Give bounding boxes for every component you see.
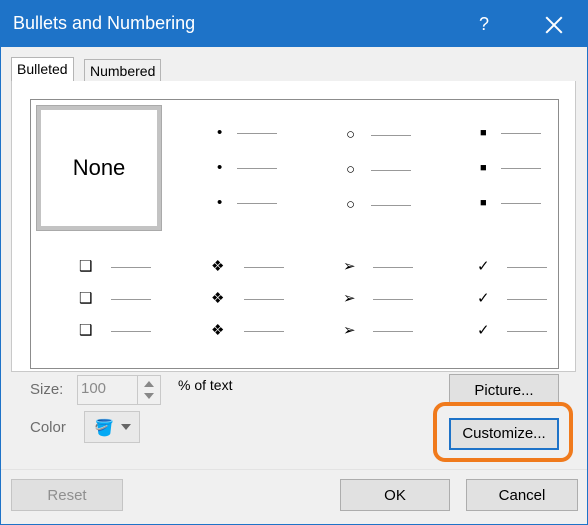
bullet-line [237,168,277,169]
bullet-line [373,331,413,332]
bullet-line [373,267,413,268]
dialog-title: Bullets and Numbering [13,13,196,33]
bullet-line [111,267,151,268]
bullet-glyph: • [217,124,223,141]
bullet-option-dot[interactable]: • • • [211,121,341,231]
chevron-down-icon [121,424,131,430]
bullet-line [244,331,284,332]
bullet-glyph: ■ [480,127,487,139]
bullet-glyph: ❑ [79,322,93,339]
tab-bulleted[interactable]: Bulleted [11,57,74,83]
reset-button[interactable]: Reset [11,479,123,511]
bullet-line [111,331,151,332]
bullet-glyph: ■ [480,162,487,174]
help-button[interactable]: ? [461,1,507,47]
bullet-line [507,331,547,332]
bullet-glyph: ○ [346,161,356,178]
bullet-glyph: ❑ [79,290,93,307]
spin-up-icon[interactable] [144,381,154,387]
bullet-line [507,267,547,268]
footer-separator [1,469,587,470]
title-bar: Bullets and Numbering ? [1,1,587,47]
bullet-glyph: ➢ [343,258,356,275]
bullet-glyph: ❖ [211,322,225,339]
bullets-and-numbering-dialog: Bullets and Numbering ? Bulleted Numbere… [0,0,588,525]
highlight-annotation [433,402,573,462]
bullet-line [371,205,411,206]
bullet-line [501,133,541,134]
bullet-option-square[interactable]: ■ ■ ■ [476,121,588,231]
bullet-option-arrow[interactable]: ➢ ➢ ➢ [343,255,473,365]
bullet-glyph: ✓ [477,258,490,275]
bullet-line [373,299,413,300]
bullet-line [244,267,284,268]
bullet-option-circle[interactable]: ○ ○ ○ [343,121,473,231]
bullet-glyph: ➢ [343,322,356,339]
bullet-glyph: ✓ [477,322,490,339]
percent-of-text-label: % of text [178,377,233,393]
bullet-glyph: ■ [480,197,487,209]
size-value[interactable]: 100 [81,380,106,397]
bullet-glyph: • [217,159,223,176]
bullet-glyph: ❑ [79,258,93,275]
bullet-line [237,133,277,134]
spinner-buttons [137,376,160,404]
bullet-option-diamond[interactable]: ❖ ❖ ❖ [211,255,341,365]
paint-bucket-icon: 🪣 [94,420,114,437]
bullet-line [371,135,411,136]
spin-down-icon[interactable] [144,393,154,399]
size-spinner[interactable]: 100 [77,375,161,405]
ok-button[interactable]: OK [340,479,450,511]
bullet-glyph: ○ [346,126,356,143]
close-icon[interactable] [531,1,577,47]
bullet-line [244,299,284,300]
color-label: Color [30,419,66,436]
bullet-line [501,168,541,169]
bullet-glyph: ○ [346,196,356,213]
bullet-line [501,203,541,204]
bullet-option-hollow-square[interactable]: ❑ ❑ ❑ [79,255,209,365]
bullet-option-check[interactable]: ✓ ✓ ✓ [477,255,588,365]
size-label: Size: [30,381,64,398]
bullet-line [371,170,411,171]
bullet-glyph: ❖ [211,258,225,275]
bullet-line [237,203,277,204]
bullet-option-none[interactable]: None [36,105,162,231]
bullet-glyph: ➢ [343,290,356,307]
bullet-glyph: • [217,194,223,211]
tab-numbered[interactable]: Numbered [84,59,162,83]
cancel-button[interactable]: Cancel [466,479,578,511]
bullet-line [111,299,151,300]
color-picker-button[interactable]: 🪣 [84,411,140,443]
bullet-glyph: ❖ [211,290,225,307]
bullet-glyph: ✓ [477,290,490,307]
bullet-line [507,299,547,300]
